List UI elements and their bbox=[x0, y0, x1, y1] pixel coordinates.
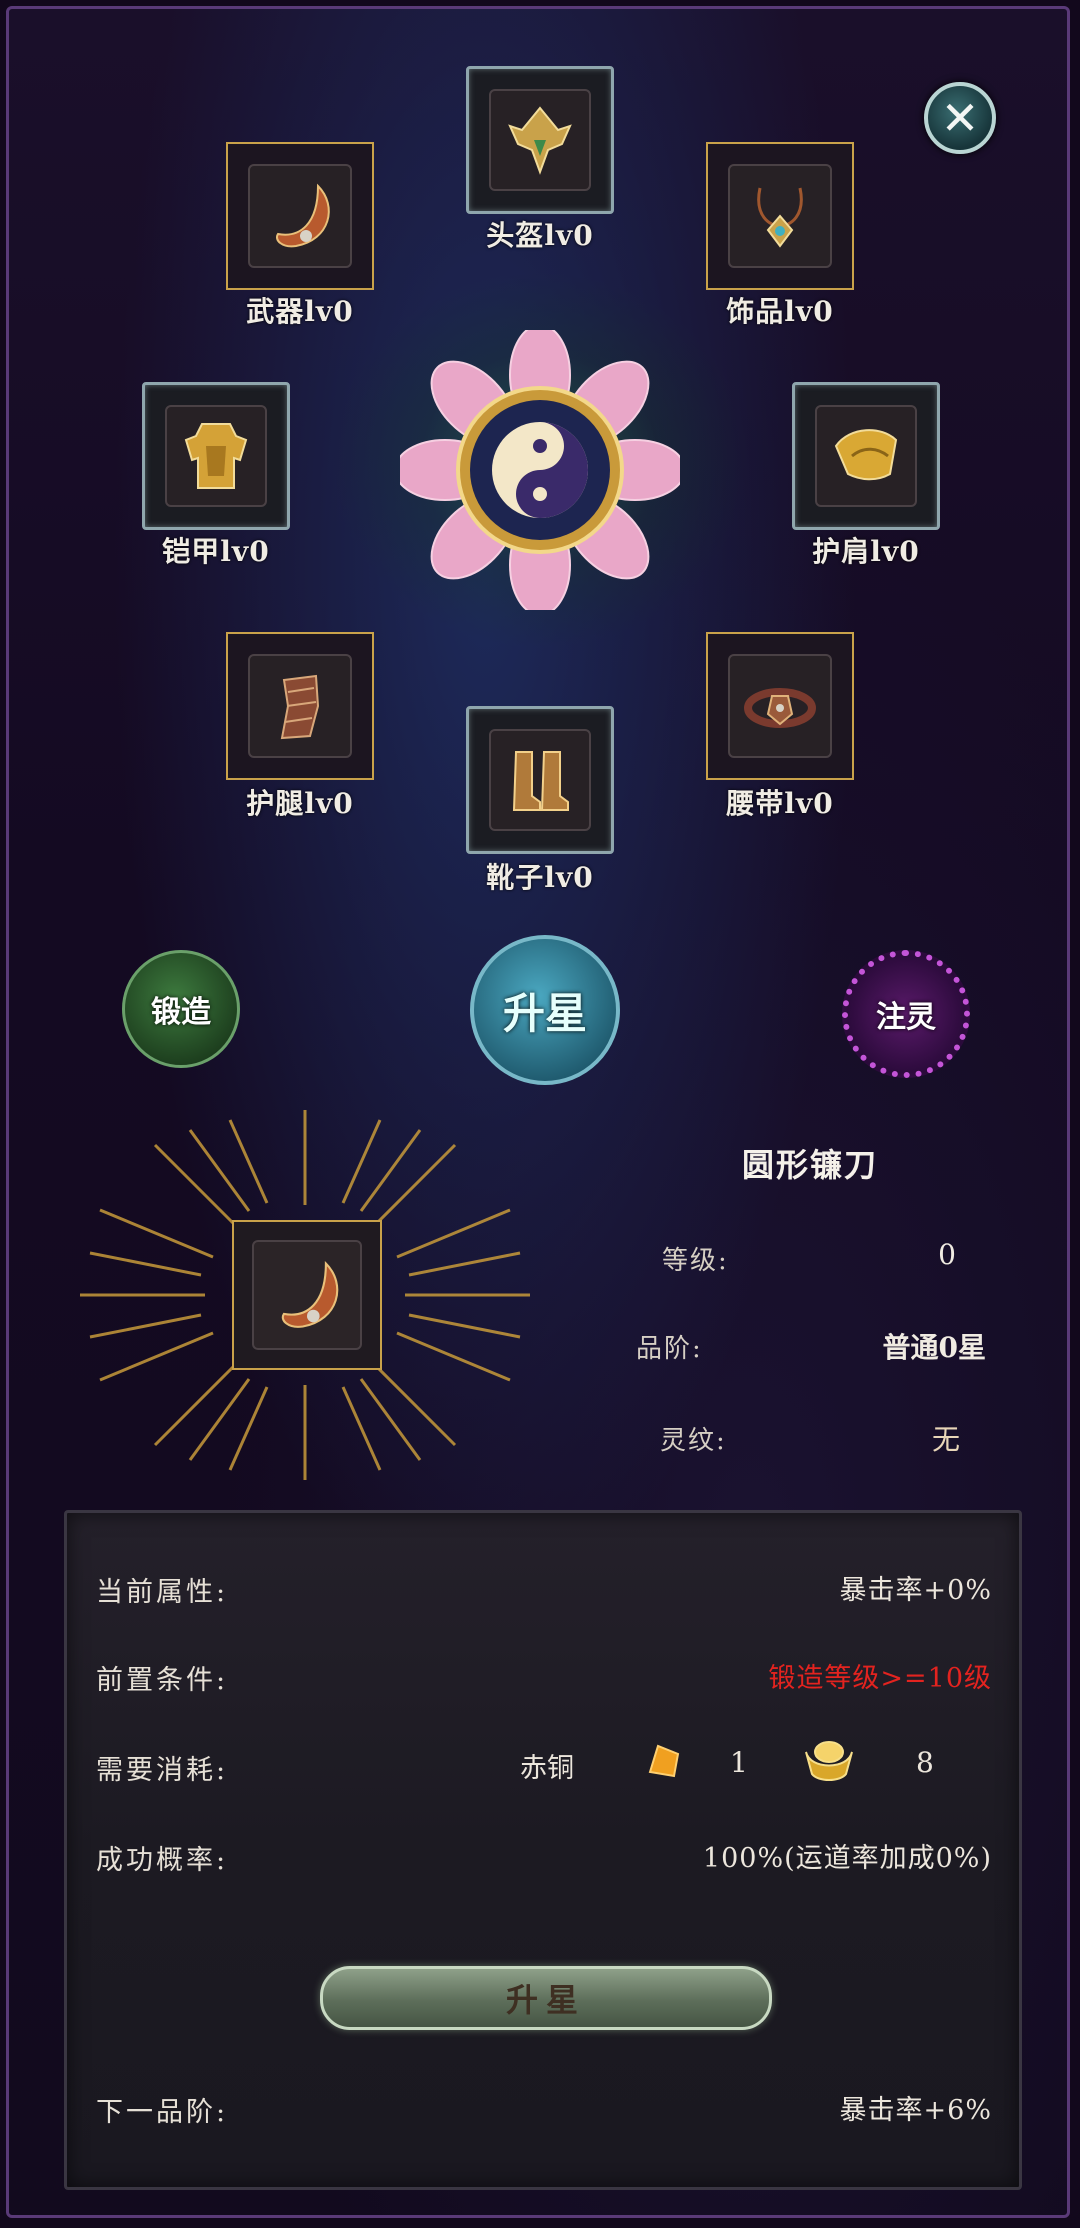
slot-label-helmet: 头盔lv0 bbox=[486, 219, 594, 252]
slot-label-weapon: 武器lv0 bbox=[246, 295, 354, 328]
infuse-spirit-tab-button[interactable]: 注灵 bbox=[842, 950, 970, 1078]
success-value: 100%(运道率加成0%) bbox=[702, 1843, 992, 1874]
star-up-tab-button[interactable]: 升星 bbox=[470, 935, 620, 1085]
cost-gold-qty: 8 bbox=[916, 1746, 934, 1779]
slot-weapon[interactable] bbox=[226, 142, 374, 290]
slot-label-shoulder: 护肩lv0 bbox=[812, 535, 920, 568]
cost-material-qty: 1 bbox=[730, 1746, 748, 1779]
slot-helmet[interactable] bbox=[466, 66, 614, 214]
next-grade-label: 下一品阶: bbox=[96, 2097, 229, 2128]
grade-label: 品阶: bbox=[636, 1334, 703, 1364]
boots-icon bbox=[512, 751, 569, 811]
close-icon: ✕ bbox=[940, 91, 980, 145]
leg-guard-icon bbox=[280, 674, 320, 740]
sickle-icon bbox=[276, 183, 330, 248]
helmet-icon bbox=[508, 106, 572, 175]
rune-label: 灵纹: bbox=[660, 1426, 727, 1456]
belt-icon bbox=[744, 688, 816, 728]
star-up-button[interactable]: 升星 bbox=[320, 1966, 772, 2030]
slot-label-leggings: 护腿lv0 bbox=[246, 787, 354, 820]
slot-label-accessory: 饰品lv0 bbox=[726, 295, 834, 328]
armor-icon bbox=[184, 423, 248, 489]
copper-ore-icon bbox=[648, 1744, 680, 1778]
slot-label-boots: 靴子lv0 bbox=[486, 861, 594, 894]
forge-tab-button[interactable]: 锻造 bbox=[122, 950, 240, 1068]
slot-accessory[interactable] bbox=[706, 142, 854, 290]
slot-shoulder[interactable] bbox=[792, 382, 940, 530]
sickle-icon bbox=[281, 1260, 339, 1328]
slot-belt[interactable] bbox=[706, 632, 854, 780]
current-attr-label: 当前属性: bbox=[96, 1577, 229, 1608]
level-label: 等级: bbox=[662, 1246, 729, 1276]
success-label: 成功概率: bbox=[96, 1845, 229, 1876]
rune-value: 无 bbox=[931, 1423, 960, 1456]
close-button[interactable]: ✕ bbox=[924, 82, 996, 154]
level-value: 0 bbox=[938, 1238, 956, 1271]
gold-ingot-icon bbox=[805, 1741, 853, 1781]
slot-label-belt: 腰带lv0 bbox=[726, 787, 834, 820]
prereq-label: 前置条件: bbox=[96, 1665, 229, 1696]
next-grade-value: 暴击率+6% bbox=[839, 2095, 992, 2126]
yin-yang-lotus-emblem bbox=[400, 330, 680, 610]
grade-value: 普通0星 bbox=[882, 1331, 986, 1364]
slot-armor[interactable] bbox=[142, 382, 290, 530]
shoulder-guard-icon bbox=[834, 429, 898, 481]
cost-label: 需要消耗: bbox=[96, 1755, 229, 1786]
cost-material-name: 赤铜 bbox=[520, 1753, 574, 1784]
item-name: 圆形镰刀 bbox=[741, 1146, 878, 1184]
slot-boots[interactable] bbox=[466, 706, 614, 854]
prereq-value: 锻造等级>=10级 bbox=[768, 1663, 992, 1694]
necklace-icon bbox=[757, 187, 803, 248]
current-attr-value: 暴击率+0% bbox=[839, 1575, 992, 1606]
slot-label-armor: 铠甲lv0 bbox=[162, 535, 270, 568]
selected-item-slot bbox=[232, 1220, 382, 1370]
slot-leggings[interactable] bbox=[226, 632, 374, 780]
